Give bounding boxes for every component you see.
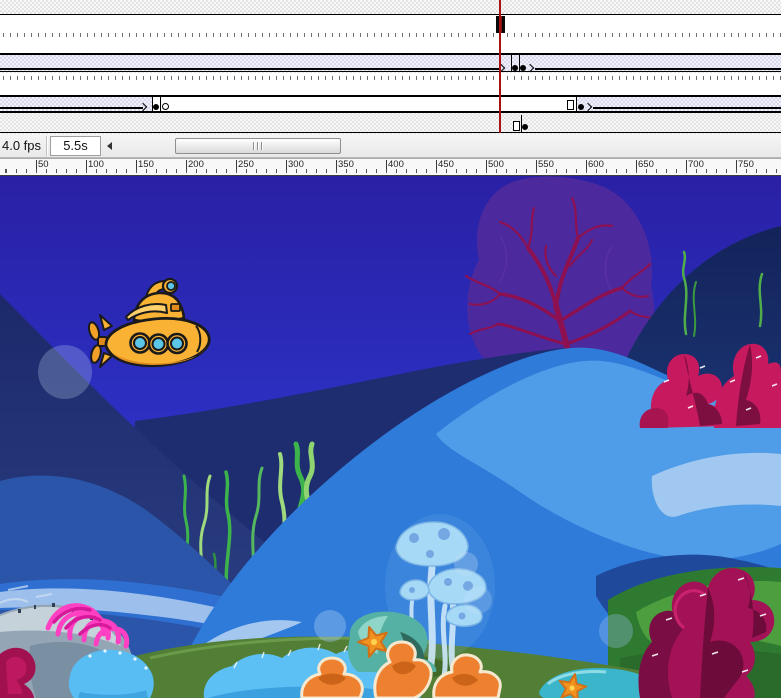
ruler-tick xyxy=(236,160,237,170)
ruler-tick-label: 400 xyxy=(388,160,404,170)
tween-line xyxy=(0,68,501,70)
ruler-tick-label: 550 xyxy=(538,160,554,170)
ruler-tick xyxy=(86,160,87,170)
keyframe-hollow-dot[interactable] xyxy=(162,103,169,110)
scroll-left-arrow-icon[interactable] xyxy=(107,142,112,150)
timeline-track-3[interactable] xyxy=(0,73,781,95)
timeline-track-4[interactable] xyxy=(0,97,781,113)
ruler-tick xyxy=(686,160,687,170)
ruler-tick-label: 600 xyxy=(588,160,604,170)
keyframe-hollow-rect[interactable] xyxy=(567,100,574,110)
stage-ruler: 50 100 150 200 250 300 350 400 450 500 550 600 650 70… xyxy=(0,158,781,176)
tween-line xyxy=(535,68,781,70)
ruler-tick-label: 750 xyxy=(738,160,754,170)
ruler-tick-label: 250 xyxy=(238,160,254,170)
fps-label: 4.0 fps xyxy=(2,138,41,153)
timeline-scrollbar-thumb[interactable] xyxy=(175,138,341,154)
ruler-tick-label: 700 xyxy=(688,160,704,170)
ruler-tick xyxy=(436,160,437,170)
ruler-tick xyxy=(136,160,137,170)
ruler-tick-label: 450 xyxy=(438,160,454,170)
scrollbar-grip-icon xyxy=(253,142,264,150)
keyframe-dot[interactable] xyxy=(522,124,528,130)
stage-canvas[interactable] xyxy=(0,176,781,698)
ruler-tick xyxy=(536,160,537,170)
frame-tick-strip xyxy=(0,33,781,37)
current-time-field[interactable]: 5.5s xyxy=(50,136,101,156)
ruler-tick xyxy=(636,160,637,170)
app-window: 4.0 fps 5.5s 501001502002503003504004505… xyxy=(0,0,781,698)
ruler-tick xyxy=(736,160,737,170)
ruler-tick-label: 50 xyxy=(38,160,49,170)
ruler-tick-label: 650 xyxy=(638,160,654,170)
ruler-tick-label: 100 xyxy=(88,160,104,170)
ruler-tick xyxy=(286,160,287,170)
ruler-tick xyxy=(36,160,37,170)
tween-line xyxy=(0,107,143,109)
ruler-tick xyxy=(386,160,387,170)
crimson-corner-coral xyxy=(0,648,36,698)
timeline-statusbar: 4.0 fps 5.5s xyxy=(0,134,781,158)
keyframe-dot[interactable] xyxy=(512,65,518,71)
tween-span xyxy=(0,97,152,111)
keyframe-dot[interactable] xyxy=(153,104,159,110)
ruler-tick-label: 150 xyxy=(138,160,154,170)
ruler-tick xyxy=(186,160,187,170)
ruler-tick xyxy=(586,160,587,170)
playhead-line[interactable] xyxy=(499,0,501,133)
ruler-tick xyxy=(486,160,487,170)
keyframe-hollow-rect[interactable] xyxy=(513,121,520,131)
keyframe-cell-border xyxy=(521,115,522,132)
statusbar-separator xyxy=(46,136,48,156)
tween-line xyxy=(593,107,781,109)
portholes xyxy=(131,334,187,354)
keyframe-cell-border xyxy=(160,97,161,111)
timeline-track-5[interactable] xyxy=(0,115,781,133)
frame-tick-strip xyxy=(0,76,781,80)
ruler-tick-label: 200 xyxy=(188,160,204,170)
ruler-tick-label: 300 xyxy=(288,160,304,170)
ruler-tick-label: 350 xyxy=(338,160,354,170)
timeline-track-2[interactable] xyxy=(0,55,781,72)
timeline-track-1[interactable] xyxy=(0,15,781,53)
ruler-tick xyxy=(336,160,337,170)
tween-span xyxy=(577,97,781,111)
tween-continue-icon xyxy=(526,64,534,72)
ruler-tick-label: 500 xyxy=(488,160,504,170)
timeline-panel[interactable] xyxy=(0,0,781,134)
